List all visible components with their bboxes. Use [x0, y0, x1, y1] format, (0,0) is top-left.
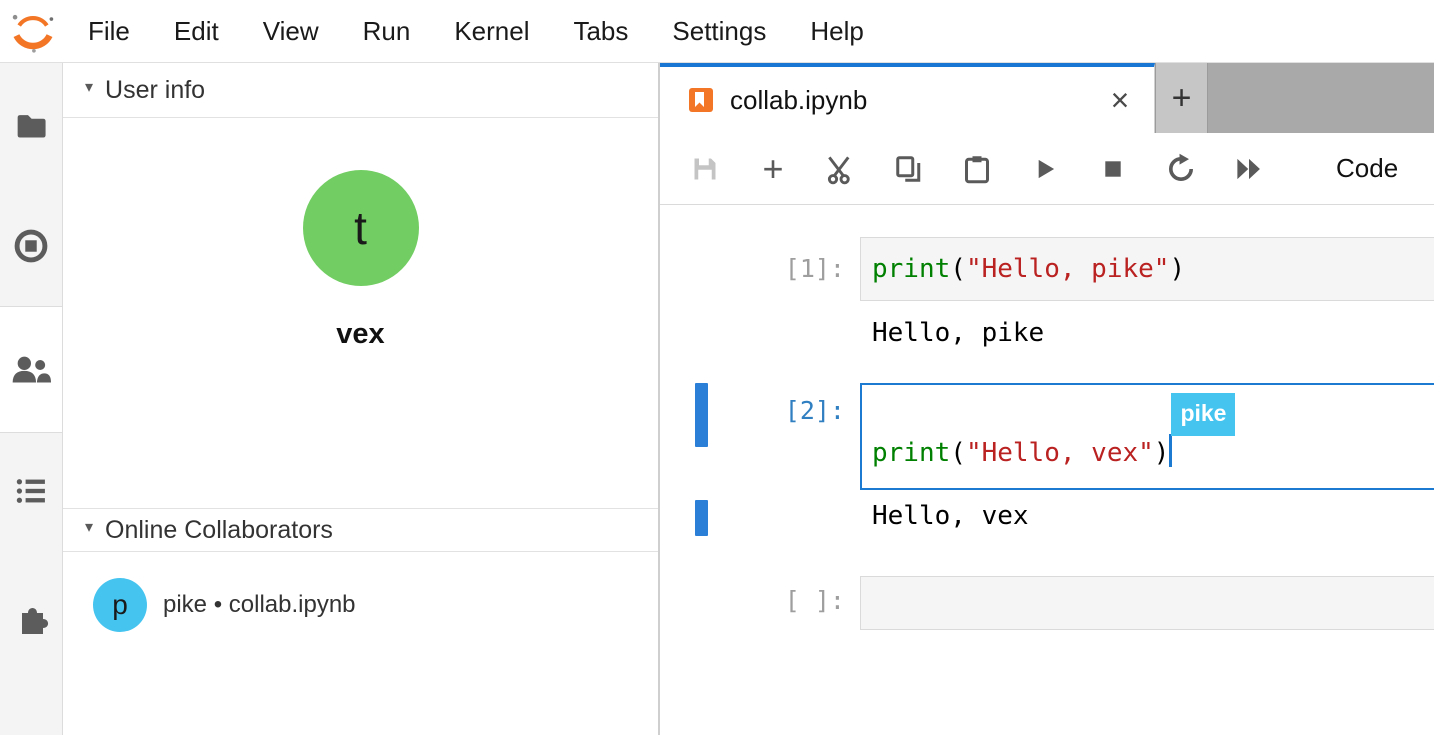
collaborators-icon	[11, 355, 51, 385]
tab-title: collab.ipynb	[730, 85, 867, 116]
user-avatar-letter: t	[354, 201, 367, 255]
save-button[interactable]	[682, 146, 728, 192]
restart-kernel-button[interactable]	[1158, 146, 1204, 192]
collaborator-row[interactable]: p pike • collab.ipynb	[63, 578, 658, 632]
dock-tab-bar: collab.ipynb × +	[660, 63, 1434, 133]
folder-icon	[14, 109, 48, 143]
remote-cursor-user-flag: pike	[1171, 393, 1235, 436]
code-empty-line	[872, 590, 1426, 627]
insert-cell-button[interactable]: +	[750, 146, 796, 192]
jupyter-logo-icon	[10, 8, 56, 54]
run-all-icon	[1233, 153, 1265, 185]
menu-bar: File Edit View Run Kernel Tabs Settings …	[0, 0, 1434, 63]
paste-icon	[962, 154, 992, 184]
restart-kernel-icon	[1165, 153, 1197, 185]
notebook-content: [1]: print("Hello, pike") Hello, pike [2…	[660, 205, 1434, 735]
online-collaborators-title: Online Collaborators	[105, 516, 333, 545]
run-icon	[1031, 155, 1059, 183]
stop-icon	[1099, 155, 1127, 183]
menu-settings[interactable]: Settings	[650, 1, 788, 62]
cell-2-input-prompt: [2]:	[660, 393, 845, 429]
new-tab-button[interactable]: +	[1155, 63, 1208, 133]
collapse-caret-icon: ▾	[85, 77, 93, 97]
cell-1-input-prompt: [1]:	[660, 251, 845, 287]
copy-cells-button[interactable]	[886, 146, 932, 192]
extensions-icon	[13, 598, 49, 634]
code-token: )	[1154, 438, 1170, 468]
cell-2-output-collapser[interactable]	[695, 500, 708, 536]
cut-icon	[825, 153, 857, 185]
user-info-content: t vex	[63, 170, 658, 508]
code-empty-line	[872, 397, 1426, 434]
online-collaborators-header[interactable]: ▾ Online Collaborators	[63, 508, 658, 552]
cell-1-input[interactable]: print("Hello, pike")	[860, 237, 1434, 301]
code-token: print	[872, 438, 950, 468]
user-info-title: User info	[105, 76, 205, 105]
code-token: "Hello, pike"	[966, 254, 1170, 284]
code-token: )	[1169, 254, 1185, 284]
insert-cell-icon: +	[762, 148, 783, 190]
menu-run[interactable]: Run	[341, 1, 433, 62]
running-kernels-icon	[13, 228, 49, 264]
menu-help[interactable]: Help	[788, 1, 885, 62]
code-token: print	[872, 254, 950, 284]
save-icon	[690, 154, 720, 184]
collaboration-panel: ▾ User info t vex ▾ Online Collaborators…	[63, 63, 660, 735]
menu-edit[interactable]: Edit	[152, 1, 241, 62]
extensions-button[interactable]	[0, 585, 62, 647]
cell-2-input[interactable]: print("Hello, vex")pike	[860, 383, 1434, 490]
tab-collab-ipynb[interactable]: collab.ipynb ×	[660, 63, 1155, 133]
collapse-caret-icon: ▾	[85, 517, 93, 537]
cell-type-dropdown[interactable]: Code	[1336, 153, 1398, 184]
file-browser-button[interactable]	[0, 95, 62, 157]
table-of-contents-button[interactable]	[0, 460, 62, 522]
collaborators-button[interactable]	[0, 306, 62, 433]
interrupt-kernel-button[interactable]	[1090, 146, 1136, 192]
tab-close-icon[interactable]: ×	[1106, 67, 1134, 133]
cell-2-output: Hello, vex	[872, 498, 1029, 534]
menu-tabs[interactable]: Tabs	[551, 1, 650, 62]
code-token: (	[950, 438, 966, 468]
running-kernels-button[interactable]	[0, 215, 62, 277]
menu-kernel[interactable]: Kernel	[432, 1, 551, 62]
activity-bar	[0, 63, 63, 735]
code-token: "Hello, vex"	[966, 438, 1154, 468]
collaborator-avatar: p	[93, 578, 147, 632]
cell-1-output: Hello, pike	[872, 315, 1044, 351]
cell-3-input-prompt: [ ]:	[660, 583, 845, 619]
cell-3-input[interactable]	[860, 576, 1434, 630]
user-info-header[interactable]: ▾ User info	[63, 63, 658, 118]
user-avatar: t	[303, 170, 419, 286]
notebook-icon	[686, 85, 716, 115]
run-all-cells-button[interactable]	[1226, 146, 1272, 192]
menu-view[interactable]: View	[241, 1, 341, 62]
collaborator-label: pike • collab.ipynb	[163, 591, 356, 619]
cut-cells-button[interactable]	[818, 146, 864, 192]
notebook-toolbar: +	[660, 133, 1434, 205]
menu-file[interactable]: File	[66, 1, 152, 62]
code-token: (	[950, 254, 966, 284]
username: vex	[63, 318, 658, 351]
collaborator-avatar-letter: p	[112, 589, 128, 621]
copy-icon	[894, 154, 924, 184]
paste-cells-button[interactable]	[954, 146, 1000, 192]
remote-cursor: pike	[1169, 434, 1172, 467]
table-of-contents-icon	[14, 474, 48, 508]
run-cell-button[interactable]	[1022, 146, 1068, 192]
